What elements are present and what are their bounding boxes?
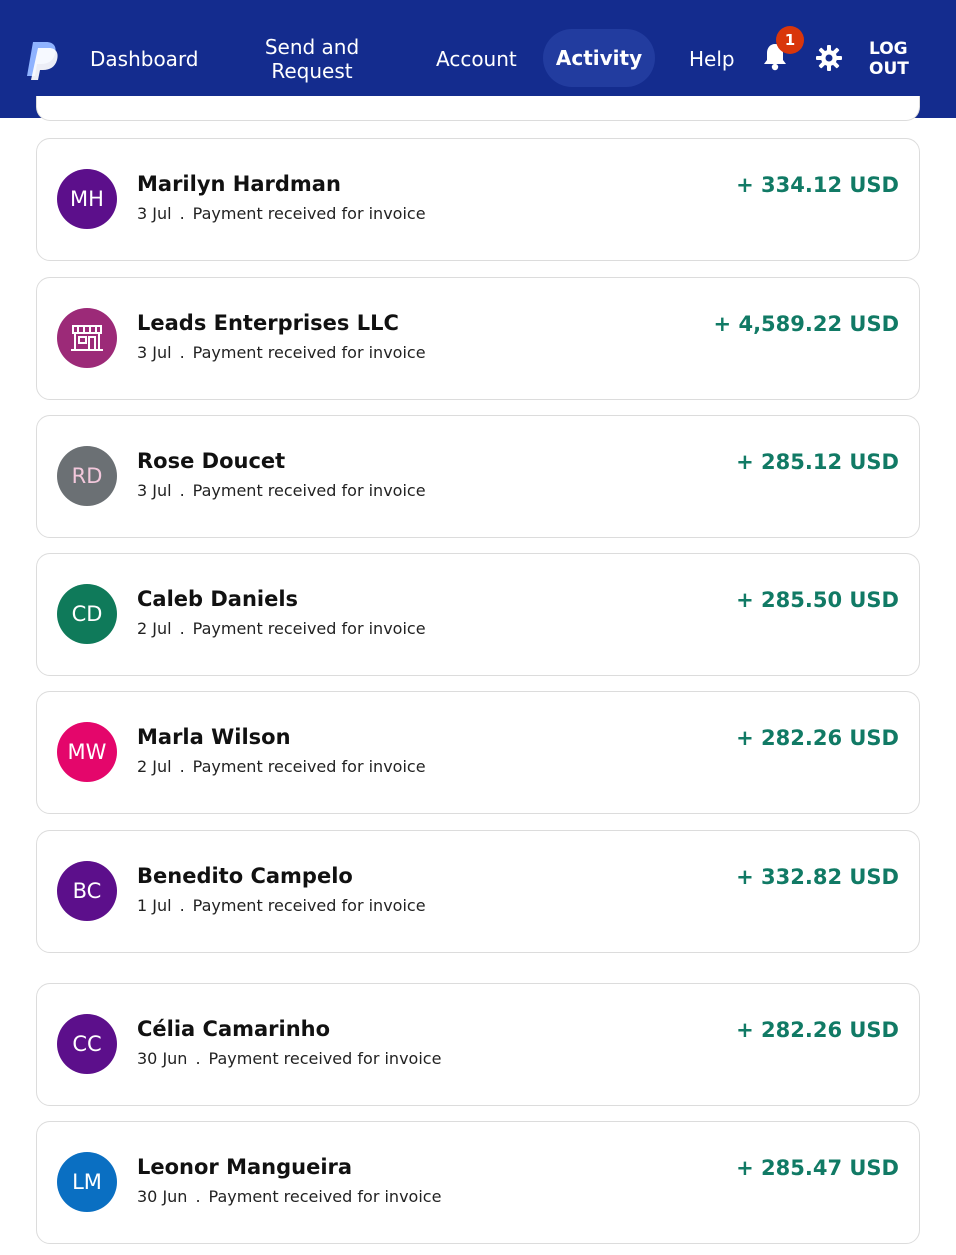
transaction-details: 2 Jul. Payment received for invoice bbox=[137, 757, 426, 776]
transaction-description: Payment received for invoice bbox=[192, 757, 426, 776]
transaction-name: Leads Enterprises LLC bbox=[137, 311, 399, 335]
transaction-date: 3 Jul bbox=[137, 204, 172, 223]
transaction-description: Payment received for invoice bbox=[192, 896, 426, 915]
transaction-details: 2 Jul. Payment received for invoice bbox=[137, 619, 426, 638]
transaction-description: Payment received for invoice bbox=[192, 204, 426, 223]
separator-dot: . bbox=[195, 1187, 201, 1206]
transaction-date: 30 Jun bbox=[137, 1187, 188, 1206]
transaction-description: Payment received for invoice bbox=[208, 1187, 442, 1206]
transaction-description: Payment received for invoice bbox=[192, 619, 426, 638]
transaction-description: Payment received for invoice bbox=[192, 481, 426, 500]
nav-activity[interactable]: Activity bbox=[543, 29, 655, 87]
separator-dot: . bbox=[179, 481, 185, 500]
transaction-details: 30 Jun. Payment received for invoice bbox=[137, 1049, 441, 1068]
transaction-date: 1 Jul bbox=[137, 896, 172, 915]
logout-link[interactable]: LOG OUT bbox=[869, 39, 913, 79]
avatar: RD bbox=[57, 446, 117, 506]
nav-account[interactable]: Account bbox=[436, 47, 517, 71]
transaction-amount: + 285.47 USD bbox=[736, 1156, 899, 1180]
transaction-amount: + 332.82 USD bbox=[736, 865, 899, 889]
transaction-name: Marla Wilson bbox=[137, 725, 291, 749]
avatar: LM bbox=[57, 1152, 117, 1212]
transaction-details: 3 Jul. Payment received for invoice bbox=[137, 481, 426, 500]
transaction-name: Benedito Campelo bbox=[137, 864, 353, 888]
transaction-description: Payment received for invoice bbox=[208, 1049, 442, 1068]
transaction-name: Marilyn Hardman bbox=[137, 172, 341, 196]
gear-icon[interactable] bbox=[816, 45, 842, 71]
nav-send-and-request[interactable]: Send and Request bbox=[262, 35, 362, 83]
separator-dot: . bbox=[179, 204, 185, 223]
transaction-card[interactable]: Leads Enterprises LLC 3 Jul. Payment rece… bbox=[36, 277, 920, 400]
transaction-card[interactable]: MH Marilyn Hardman 3 Jul. Payment receive… bbox=[36, 138, 920, 261]
avatar: MH bbox=[57, 169, 117, 229]
nav-dashboard[interactable]: Dashboard bbox=[90, 47, 199, 71]
transaction-amount: + 282.26 USD bbox=[736, 1018, 899, 1042]
nav-help[interactable]: Help bbox=[689, 47, 735, 71]
separator-dot: . bbox=[195, 1049, 201, 1068]
transaction-date: 2 Jul bbox=[137, 757, 172, 776]
separator-dot: . bbox=[179, 343, 185, 362]
avatar: CD bbox=[57, 584, 117, 644]
transaction-amount: + 285.50 USD bbox=[736, 588, 899, 612]
transaction-date: 2 Jul bbox=[137, 619, 172, 638]
avatar: CC bbox=[57, 1014, 117, 1074]
transaction-date: 3 Jul bbox=[137, 481, 172, 500]
transaction-card[interactable]: RD Rose Doucet 3 Jul. Payment received fo… bbox=[36, 415, 920, 538]
transaction-name: Rose Doucet bbox=[137, 449, 286, 473]
transaction-amount: + 4,589.22 USD bbox=[713, 312, 899, 336]
transaction-date: 3 Jul bbox=[137, 343, 172, 362]
transaction-card[interactable]: CC Célia Camarinho 30 Jun. Payment receiv… bbox=[36, 983, 920, 1106]
transaction-amount: + 334.12 USD bbox=[736, 173, 899, 197]
paypal-logo-icon[interactable] bbox=[24, 40, 60, 80]
transaction-amount: + 285.12 USD bbox=[736, 450, 899, 474]
transaction-name: Caleb Daniels bbox=[137, 587, 299, 611]
separator-dot: . bbox=[179, 896, 185, 915]
transaction-card[interactable]: CD Caleb Daniels 2 Jul. Payment received … bbox=[36, 553, 920, 676]
transaction-amount: + 282.26 USD bbox=[736, 726, 899, 750]
transaction-card[interactable]: BC Benedito Campelo 1 Jul. Payment receiv… bbox=[36, 830, 920, 953]
transaction-details: 3 Jul. Payment received for invoice bbox=[137, 343, 426, 362]
transaction-name: Leonor Mangueira bbox=[137, 1155, 353, 1179]
previous-transaction-card-edge bbox=[36, 96, 920, 121]
transaction-date: 30 Jun bbox=[137, 1049, 188, 1068]
transaction-card[interactable]: MW Marla Wilson 2 Jul. Payment received f… bbox=[36, 691, 920, 814]
avatar: BC bbox=[57, 861, 117, 921]
transaction-details: 30 Jun. Payment received for invoice bbox=[137, 1187, 441, 1206]
avatar bbox=[57, 308, 117, 368]
transaction-details: 1 Jul. Payment received for invoice bbox=[137, 896, 426, 915]
notification-badge: 1 bbox=[776, 26, 804, 54]
transaction-name: Célia Camarinho bbox=[137, 1017, 331, 1041]
separator-dot: . bbox=[179, 757, 185, 776]
transaction-details: 3 Jul. Payment received for invoice bbox=[137, 204, 426, 223]
transaction-card[interactable]: LM Leonor Mangueira 30 Jun. Payment recei… bbox=[36, 1121, 920, 1244]
separator-dot: . bbox=[179, 619, 185, 638]
store-icon bbox=[71, 325, 103, 351]
avatar: MW bbox=[57, 722, 117, 782]
transaction-description: Payment received for invoice bbox=[192, 343, 426, 362]
